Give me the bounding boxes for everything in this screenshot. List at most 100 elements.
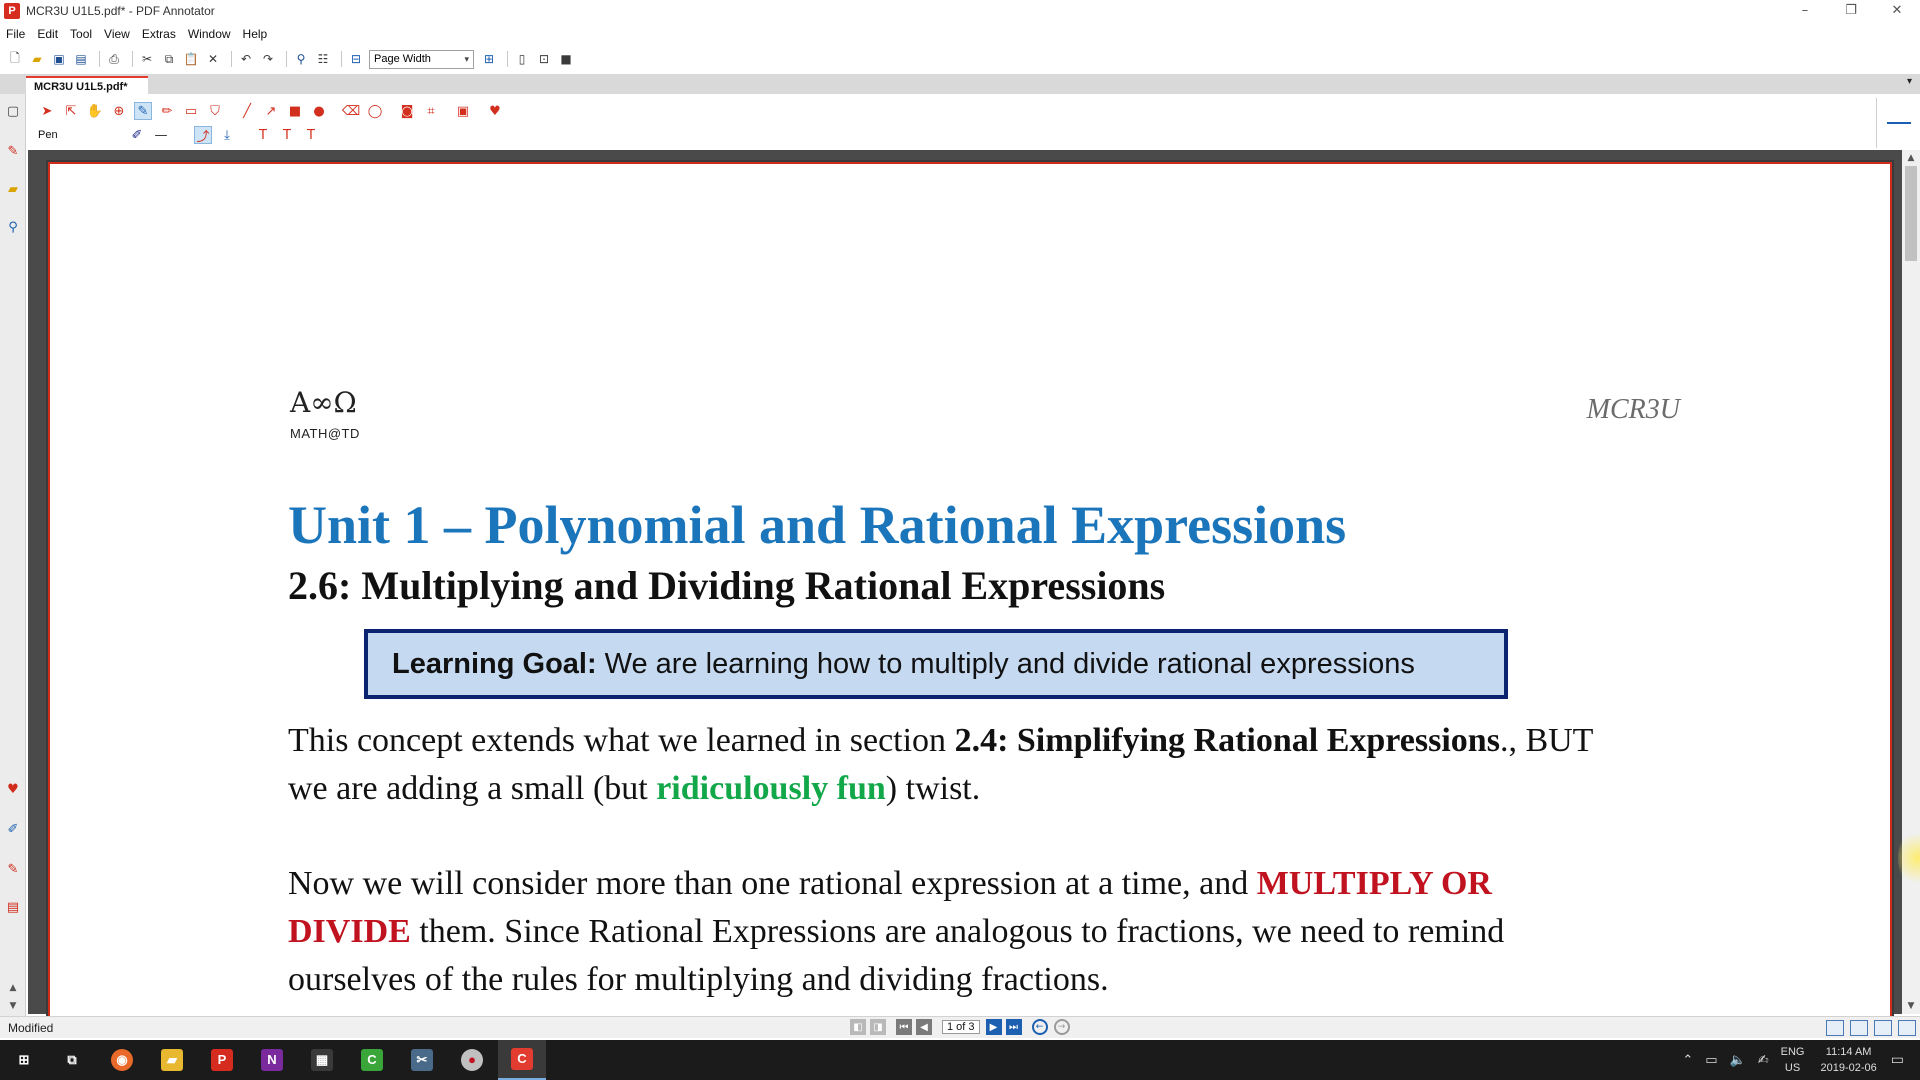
save-icon[interactable]: ▣ — [50, 50, 68, 68]
rectangle-tool-icon[interactable]: ■ — [286, 102, 304, 120]
arrow-tool-icon[interactable]: ↗ — [262, 102, 280, 120]
cut-icon[interactable]: ✂ — [138, 50, 156, 68]
taskbar-camtasia-recorder[interactable]: C — [498, 1040, 546, 1080]
camera-tool-icon[interactable]: ◙ — [398, 102, 416, 120]
history-back-icon[interactable]: ◧ — [850, 1019, 866, 1035]
zoom-in-icon[interactable]: ⊞ — [480, 50, 498, 68]
last-page-icon[interactable]: ⏭ — [1005, 1019, 1022, 1035]
fullscreen-icon[interactable]: ■ — [557, 50, 575, 68]
tab-list-dropdown-icon[interactable]: ▾ — [1907, 76, 1912, 87]
copy-icon[interactable]: ⧉ — [160, 50, 178, 68]
first-page-icon[interactable]: ⏮ — [896, 1019, 912, 1035]
zoom-tool-icon[interactable]: ⊕ — [110, 102, 128, 120]
system-clock[interactable]: 11:14 AM 2019-02-06 — [1820, 1044, 1876, 1076]
smooth-stroke-icon[interactable]: ⤴ — [194, 126, 212, 145]
document-viewport[interactable]: A∞Ω MATH@TD MCR3U Unit 1 – Polynomial an… — [28, 150, 1904, 1022]
taskbar-file-explorer[interactable]: ▰ — [148, 1040, 196, 1080]
next-page-icon[interactable]: ▶ — [985, 1019, 1002, 1035]
properties-pane-toggle[interactable] — [1876, 98, 1920, 148]
volume-icon[interactable]: 🔈 — [1730, 1053, 1746, 1068]
menu-extras[interactable]: Extras — [142, 27, 176, 41]
sidebar-scroll-down-icon[interactable]: ▼ — [5, 998, 21, 1014]
pen-tool-icon[interactable]: ✎ — [134, 102, 152, 120]
properties-icon[interactable]: ☷ — [314, 50, 332, 68]
marker-tool-icon[interactable]: ✏ — [158, 102, 176, 120]
crop-tool-icon[interactable]: ⌗ — [422, 102, 440, 120]
strikeout-text-icon[interactable]: T — [302, 126, 320, 144]
taskbar-paint[interactable]: ● — [448, 1040, 496, 1080]
pen-color-picker-icon[interactable]: ✐ — [128, 126, 146, 144]
history-forward-icon[interactable]: ◨ — [870, 1019, 886, 1035]
task-view-button[interactable]: ⧉ — [48, 1040, 96, 1080]
hand-tool-icon[interactable]: ✋ — [86, 102, 104, 120]
fit-width-icon[interactable]: ⊡ — [535, 50, 553, 68]
favorites-heart-icon[interactable]: ♥ — [486, 102, 504, 120]
text-select-tool-icon[interactable]: ⇱ — [62, 102, 80, 120]
taskbar-firefox[interactable]: ◉ — [98, 1040, 146, 1080]
pages-panel-icon[interactable]: ▢ — [5, 104, 21, 120]
lasso-tool-icon[interactable]: ◯ — [366, 102, 384, 120]
two-page-continuous-view-icon[interactable] — [1898, 1020, 1916, 1036]
select-tool-icon[interactable]: ➤ — [38, 102, 56, 120]
bookmarks-panel-icon[interactable]: ▰ — [5, 182, 21, 198]
squiggly-underline-icon[interactable]: T — [278, 126, 296, 144]
ellipse-tool-icon[interactable]: ● — [310, 102, 328, 120]
single-page-view-icon[interactable] — [1826, 1020, 1844, 1036]
save-all-icon[interactable]: ▤ — [72, 50, 90, 68]
network-icon[interactable]: ▭ — [1705, 1053, 1717, 1068]
pen-workspace-icon[interactable]: ✍ — [1758, 1053, 1769, 1068]
go-forward-icon[interactable]: → — [1053, 1019, 1070, 1035]
redo-icon[interactable]: ↷ — [259, 50, 277, 68]
menu-window[interactable]: Window — [188, 27, 231, 41]
previous-page-icon[interactable]: ◀ — [916, 1019, 932, 1035]
scroll-down-icon[interactable]: ▼ — [1902, 998, 1920, 1014]
open-folder-icon[interactable]: ▰ — [28, 50, 46, 68]
taskbar-onenote[interactable]: N — [248, 1040, 296, 1080]
attachments-panel-icon[interactable]: ⚲ — [5, 220, 21, 236]
go-back-icon[interactable]: ← — [1031, 1019, 1048, 1035]
page-number-field[interactable]: 1 of 3 — [942, 1020, 980, 1034]
new-document-icon[interactable]: 🗋 — [6, 50, 24, 68]
document-tab[interactable]: MCR3U U1L5.pdf* — [26, 76, 148, 94]
pdf-page[interactable]: A∞Ω MATH@TD MCR3U Unit 1 – Polynomial an… — [48, 162, 1892, 1022]
start-button[interactable]: ⊞ — [0, 1040, 48, 1080]
tray-expand-icon[interactable]: ⌃ — [1682, 1053, 1693, 1068]
taskbar-snipping-tool[interactable]: ✂ — [398, 1040, 446, 1080]
continuous-view-icon[interactable] — [1850, 1020, 1868, 1036]
undo-icon[interactable]: ↶ — [237, 50, 255, 68]
menu-file[interactable]: File — [6, 27, 25, 41]
close-button[interactable]: ✕ — [1874, 0, 1920, 22]
zoom-out-icon[interactable]: ⊟ — [347, 50, 365, 68]
menu-help[interactable]: Help — [243, 27, 268, 41]
scroll-up-icon[interactable]: ▲ — [1902, 150, 1920, 166]
line-width-picker-icon[interactable]: — — [152, 126, 170, 144]
input-language[interactable]: ENG US — [1781, 1044, 1805, 1076]
straighten-stroke-icon[interactable]: ⤓ — [218, 126, 236, 144]
highlighter-tool-icon[interactable]: ✐ — [5, 822, 21, 838]
annotations-panel-icon[interactable]: ✎ — [5, 144, 21, 160]
minimize-button[interactable]: – — [1782, 0, 1828, 22]
insert-image-icon[interactable]: ▣ — [454, 102, 472, 120]
print-icon[interactable]: ⎙ — [105, 50, 123, 68]
eraser-tool-icon[interactable]: ⌫ — [342, 102, 360, 120]
sidebar-scroll-up-icon[interactable]: ▲ — [5, 980, 21, 996]
text-box-tool-icon[interactable]: ▭ — [182, 102, 200, 120]
favorites-heart-icon[interactable]: ♥ — [5, 782, 21, 798]
two-page-view-icon[interactable] — [1874, 1020, 1892, 1036]
underline-text-icon[interactable]: T — [254, 126, 272, 144]
paste-icon[interactable]: 📋 — [182, 50, 200, 68]
taskbar-camtasia[interactable]: C — [348, 1040, 396, 1080]
single-page-icon[interactable]: ▯ — [513, 50, 531, 68]
taskbar-pdf-annotator[interactable]: P — [198, 1040, 246, 1080]
restore-button[interactable]: ❐ — [1828, 0, 1874, 22]
delete-icon[interactable]: ✕ — [204, 50, 222, 68]
pen-tool-icon[interactable]: ✎ — [5, 862, 21, 878]
menu-view[interactable]: View — [104, 27, 130, 41]
stamp-tool-icon[interactable]: ⛉ — [206, 102, 224, 120]
stamp-tool-icon[interactable]: ▤ — [5, 900, 21, 916]
find-icon[interactable]: ⚲ — [292, 50, 310, 68]
taskbar-calculator[interactable]: ▦ — [298, 1040, 346, 1080]
action-center-icon[interactable]: ▭ — [1891, 1052, 1904, 1068]
zoom-select[interactable]: Page Width ▾ — [369, 49, 474, 69]
menu-tool[interactable]: Tool — [70, 27, 92, 41]
